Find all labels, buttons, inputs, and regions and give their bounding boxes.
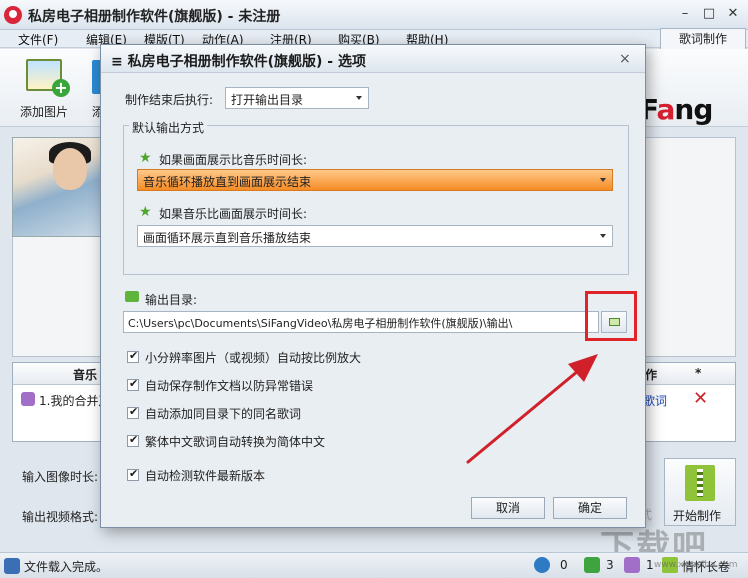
annotation-highlight-box	[585, 291, 637, 341]
checkbox-label: 自动添加同目录下的同名歌词	[145, 407, 302, 421]
play-count: 0	[560, 558, 568, 572]
checkbox-label: 自动保存制作文档以防异常错误	[145, 379, 314, 393]
lyric-link[interactable]: 歌词	[643, 392, 667, 409]
zip-icon	[685, 465, 715, 501]
star-icon: ★	[139, 204, 152, 220]
music-longer-select[interactable]: 画面循环展示直到音乐播放结束	[137, 225, 613, 247]
close-window-button[interactable]: ✕	[724, 6, 742, 22]
status-icon	[4, 558, 20, 574]
status-text: 文件载入完成。	[24, 560, 109, 574]
photo-thumbnail[interactable]	[12, 137, 104, 237]
add-picture-label: 添加图片	[20, 105, 69, 119]
menu-file[interactable]: 文件(F)	[18, 31, 58, 48]
after-finish-select[interactable]: 打开输出目录	[225, 87, 369, 109]
output-dir-field[interactable]: C:\Users\pc\Documents\SiFangVideo\私房电子相册…	[123, 311, 599, 333]
watermark-url: www.xiazaiba.com	[654, 560, 738, 570]
image-count-icon	[584, 557, 600, 573]
after-finish-label: 制作结束后执行:	[125, 93, 214, 107]
default-output-group	[123, 125, 629, 275]
music-longer-value: 画面循环展示直到音乐播放结束	[143, 231, 312, 245]
default-output-legend: 默认输出方式	[129, 119, 208, 136]
cancel-button[interactable]: 取消	[471, 497, 545, 519]
plus-icon: +	[52, 79, 70, 97]
lyric-column-header: 作	[645, 368, 658, 382]
checkbox-label: 繁体中文歌词自动转换为简体中文	[145, 435, 326, 449]
dialog-close-icon[interactable]: ×	[619, 51, 631, 67]
title-bar: 私房电子相册制作软件(旗舰版) - 未注册 – □ ✕	[0, 0, 748, 30]
picture-longer-value: 音乐循环播放直到画面展示结束	[143, 175, 312, 189]
status-bar: 文件载入完成。 0 3 1 情怀长卷	[0, 552, 748, 578]
app-icon	[4, 6, 22, 24]
checkbox[interactable]	[127, 405, 139, 419]
options-dialog: ≡ 私房电子相册制作软件(旗舰版) - 选项 × 制作结束后执行: 打开输出目录…	[100, 44, 646, 528]
star-icon: ★	[139, 150, 152, 166]
checkbox-label: 小分辨率图片（或视频）自动按比例放大	[145, 351, 362, 365]
delete-column-header: *	[695, 366, 702, 380]
play-icon	[534, 557, 550, 573]
window-title: 私房电子相册制作软件(旗舰版) - 未注册	[28, 9, 281, 25]
output-dir-label: 输出目录:	[145, 293, 198, 307]
maximize-button[interactable]: □	[700, 6, 718, 22]
chevron-down-icon	[600, 178, 606, 182]
add-picture-button[interactable]: + 添加图片	[14, 55, 74, 121]
chevron-down-icon	[356, 96, 362, 100]
lyrics-button[interactable]: 歌词制作	[660, 28, 746, 50]
checkbox[interactable]	[127, 377, 139, 391]
start-button[interactable]: 开始制作	[664, 458, 736, 526]
music-count-icon	[624, 557, 640, 573]
checkbox[interactable]	[127, 349, 139, 363]
chevron-down-icon	[600, 234, 606, 238]
minimize-button[interactable]: –	[676, 6, 694, 22]
picture-longer-select[interactable]: 音乐循环播放直到画面展示结束	[137, 169, 613, 191]
video-format-label: 输出视频格式:	[22, 510, 99, 524]
image-count: 3	[606, 558, 614, 572]
output-dir-value: C:\Users\pc\Documents\SiFangVideo\私房电子相册…	[128, 317, 513, 330]
image-duration-label: 输入图像时长:	[22, 470, 99, 484]
music-note-icon	[21, 392, 35, 406]
brand-logo: Fang	[640, 93, 713, 126]
music-column-header: 音乐	[73, 368, 98, 382]
music-count: 1	[646, 558, 654, 572]
folder-icon	[125, 291, 139, 302]
checkbox[interactable]	[127, 467, 139, 481]
music-longer-label: 如果音乐比画面展示时间长:	[159, 207, 308, 221]
delete-icon[interactable]: ✕	[693, 388, 708, 409]
after-finish-value: 打开输出目录	[231, 93, 304, 107]
checkbox[interactable]	[127, 433, 139, 447]
photo-face	[53, 148, 87, 190]
ok-button[interactable]: 确定	[553, 497, 627, 519]
dialog-title: ≡ 私房电子相册制作软件(旗舰版) - 选项	[111, 54, 366, 70]
picture-longer-label: 如果画面展示比音乐时间长:	[159, 153, 308, 167]
checkbox-label: 自动检测软件最新版本	[145, 469, 266, 483]
dialog-title-bar: ≡ 私房电子相册制作软件(旗舰版) - 选项 ×	[101, 45, 645, 73]
